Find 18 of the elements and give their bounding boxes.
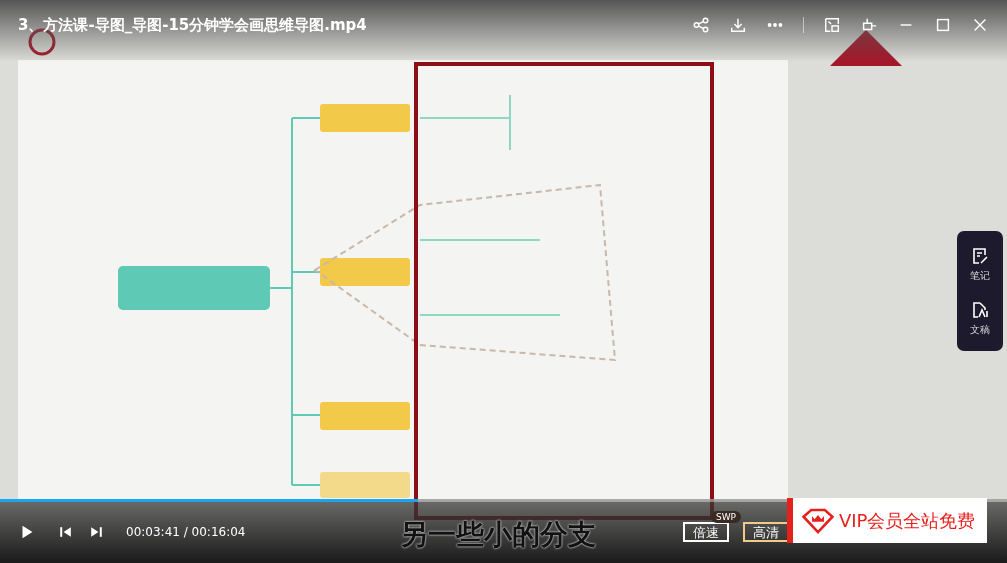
previous-icon[interactable] [58, 524, 74, 540]
next-icon[interactable] [88, 524, 104, 540]
promo-text: VIP会员全站免费 [839, 508, 976, 533]
vip-banner[interactable]: VIP会员全站免费 [787, 498, 987, 543]
share-icon[interactable] [692, 16, 710, 34]
subtitle: 另一些小的分支 [400, 517, 596, 553]
maximize-icon[interactable] [934, 16, 952, 34]
picture-in-picture-icon[interactable] [823, 16, 841, 34]
side-panel-button[interactable]: 文稿 [970, 299, 990, 337]
note-icon [970, 245, 990, 266]
crown-icon [801, 507, 835, 534]
speed-badge: SWP [711, 511, 742, 523]
close-icon[interactable] [971, 16, 989, 34]
window-title: 3、方法课-导图_导图-15分钟学会画思维导图.mp4 [18, 16, 367, 35]
side-panel-button[interactable]: 笔记 [970, 245, 990, 283]
time-display: 00:03:41 / 00:16:04 [126, 525, 246, 539]
document-icon [970, 299, 990, 320]
download-icon[interactable] [729, 16, 747, 34]
